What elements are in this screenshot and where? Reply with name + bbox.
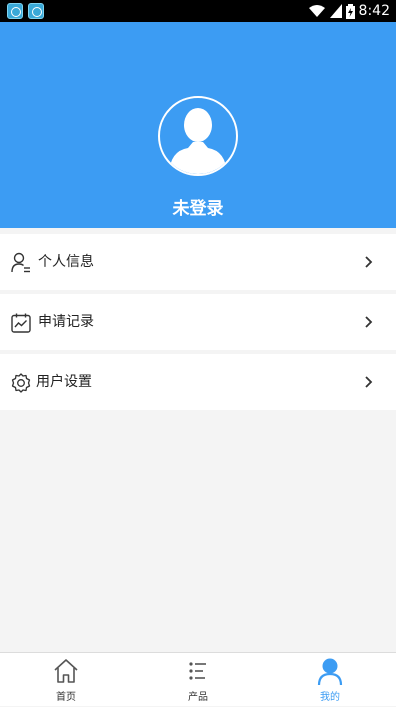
list-icon xyxy=(189,662,206,680)
profile-header: 未登录 xyxy=(0,22,396,228)
user-icon xyxy=(11,252,30,273)
chevron-right-icon xyxy=(365,376,373,388)
login-status-text[interactable]: 未登录 xyxy=(0,194,396,219)
wifi-icon xyxy=(308,5,325,17)
tab-label: 产品 xyxy=(188,692,208,703)
menu-item-user-settings[interactable]: 用户设置 xyxy=(0,354,396,410)
tab-label: 我的 xyxy=(320,692,340,703)
notification-app-icon xyxy=(28,3,44,19)
menu-item-application-records[interactable]: 申请记录 xyxy=(0,294,396,350)
menu-item-label: 用户设置 xyxy=(36,374,92,390)
calendar-chart-icon xyxy=(11,313,31,333)
avatar[interactable] xyxy=(158,96,238,176)
status-bar: 8:42 xyxy=(0,0,396,22)
menu-item-label: 个人信息 xyxy=(38,254,94,270)
chevron-right-icon xyxy=(365,256,373,268)
home-icon xyxy=(54,659,78,683)
signal-icon xyxy=(329,4,342,18)
tab-home[interactable]: 首页 xyxy=(0,653,132,707)
tab-label: 首页 xyxy=(56,692,76,703)
chevron-right-icon xyxy=(365,316,373,328)
bottom-tab-bar: 首页 产品 我的 xyxy=(0,652,396,706)
menu-item-personal-info[interactable]: 个人信息 xyxy=(0,234,396,290)
tab-products[interactable]: 产品 xyxy=(132,653,264,707)
notification-app-icon xyxy=(7,3,23,19)
status-time: 8:42 xyxy=(358,3,390,19)
person-icon xyxy=(317,658,343,685)
gear-icon xyxy=(11,373,31,393)
tab-mine[interactable]: 我的 xyxy=(264,653,396,707)
default-avatar-icon xyxy=(169,108,227,174)
battery-icon xyxy=(345,3,355,19)
menu-item-label: 申请记录 xyxy=(38,314,94,330)
